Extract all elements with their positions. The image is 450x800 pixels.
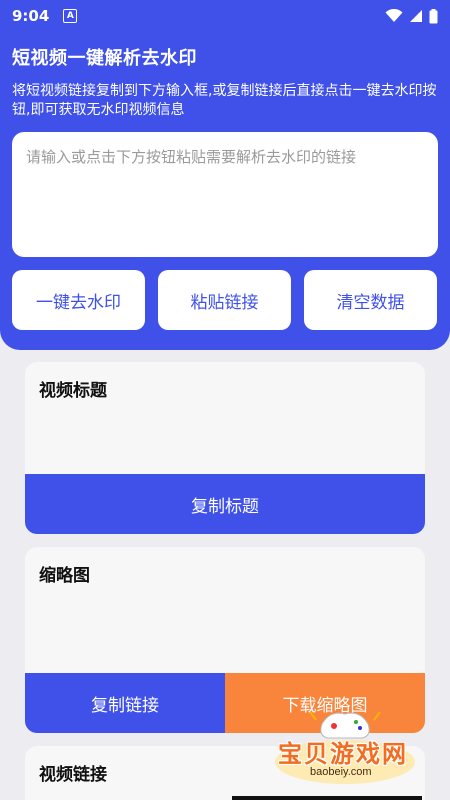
watermark-url: baobeiy.com (310, 766, 372, 778)
cellular-signal-icon (410, 10, 422, 22)
status-bar: 9:04 A (0, 0, 450, 32)
status-icons (385, 8, 438, 24)
thumbnail-label: 缩略图 (39, 566, 90, 586)
page-description: 将短视频链接复制到下方输入框,或复制链接后直接点击一键去水印按钮,即可获取无水印… (12, 83, 437, 118)
video-link-bar (232, 796, 422, 800)
video-title-label: 视频标题 (39, 381, 107, 401)
remove-watermark-button[interactable]: 一键去水印 (12, 270, 145, 330)
link-input[interactable] (12, 132, 438, 257)
battery-icon (429, 8, 438, 23)
paste-link-button[interactable]: 粘贴链接 (158, 270, 291, 330)
header-panel: 9:04 A 短视频一键解析去水印 将短视频链接复制到下方输入框,或复制链接后直… (0, 0, 450, 350)
watermark-logo: 宝贝游戏网 baobeiy.com (270, 700, 420, 795)
copy-title-button[interactable]: 复制标题 (25, 474, 425, 534)
clear-data-button[interactable]: 清空数据 (304, 270, 437, 330)
status-time: 9:04 (12, 7, 50, 25)
video-link-label: 视频链接 (39, 765, 107, 785)
watermark-text: 宝贝游戏网 (278, 740, 408, 768)
video-title-card: 视频标题 复制标题 (25, 362, 425, 534)
page-title: 短视频一键解析去水印 (12, 48, 197, 69)
copy-link-button[interactable]: 复制链接 (25, 673, 225, 733)
wifi-icon (385, 9, 403, 22)
app-notification-icon: A (63, 9, 78, 23)
